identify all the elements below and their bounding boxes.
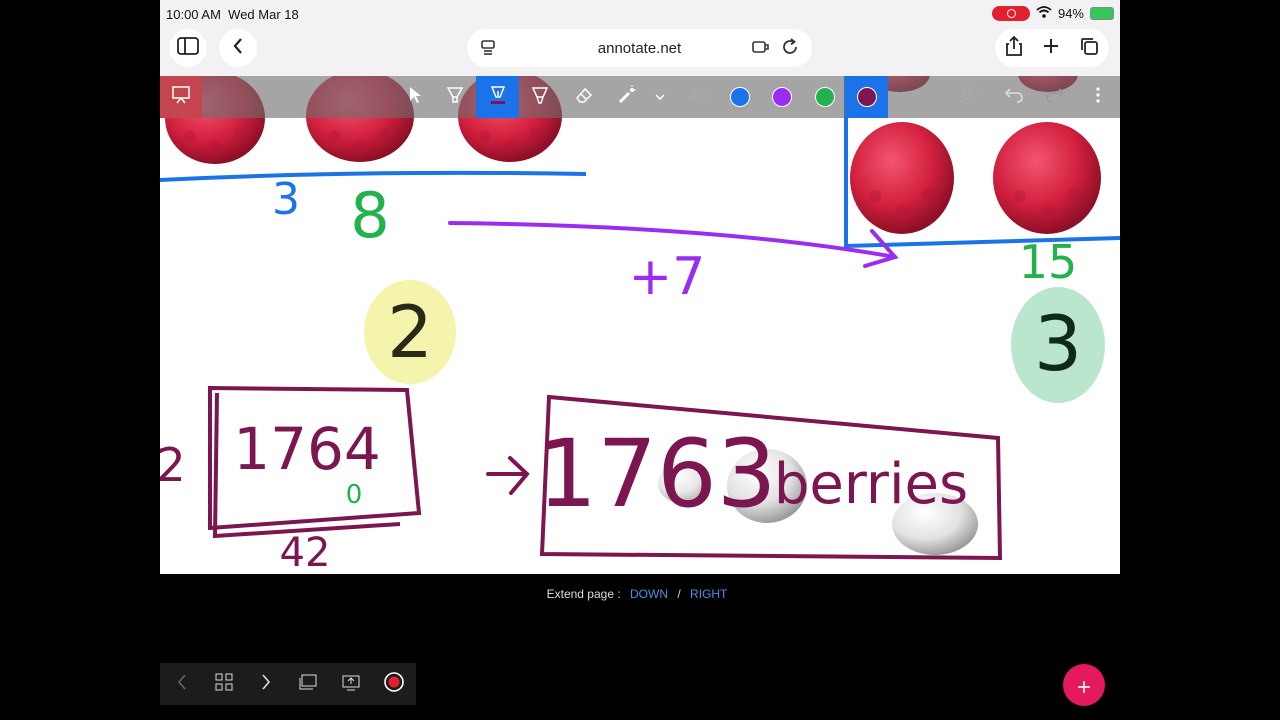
text-tool[interactable] bbox=[686, 84, 710, 110]
add-button[interactable] bbox=[1063, 664, 1105, 706]
purple-arrowhead bbox=[863, 229, 899, 268]
layers-icon bbox=[298, 673, 318, 696]
marker-tool[interactable] bbox=[528, 84, 552, 110]
label-eight: 8 bbox=[350, 178, 390, 252]
status-bar: 10:00 AM Wed Mar 18 94% bbox=[160, 0, 1120, 28]
label-1763: 1763 bbox=[537, 419, 777, 529]
highlighter-icon bbox=[446, 85, 464, 110]
time-text: 10:00 AM bbox=[166, 7, 221, 22]
plus-icon bbox=[1077, 670, 1091, 701]
chevron-left-icon bbox=[232, 37, 244, 60]
collaborator-button[interactable]: ? bbox=[958, 84, 982, 110]
label-fifteen: 15 bbox=[1018, 235, 1078, 289]
presentation-button[interactable] bbox=[160, 76, 202, 118]
laser-tool[interactable] bbox=[615, 84, 639, 110]
annotation-toolbar: ? bbox=[160, 76, 1120, 118]
pen-icon bbox=[488, 83, 508, 112]
grid-icon bbox=[215, 673, 233, 696]
user-question-icon: ? bbox=[959, 85, 981, 110]
share-icon[interactable] bbox=[1005, 35, 1023, 62]
tool-dropdown[interactable] bbox=[652, 84, 668, 110]
select-tool[interactable] bbox=[403, 84, 427, 110]
browser-bar: annotate.net bbox=[160, 28, 1120, 76]
color-swatch bbox=[856, 87, 877, 107]
sidebar-button[interactable] bbox=[169, 29, 207, 67]
prev-page-button[interactable] bbox=[171, 673, 193, 695]
label-three-blue: 3 bbox=[272, 173, 300, 225]
label-circle-three: 3 bbox=[1033, 298, 1083, 388]
label-1764: 1764 bbox=[233, 415, 381, 483]
cursor-arrow-icon bbox=[408, 86, 422, 109]
color-swatch bbox=[815, 87, 835, 107]
eraser-tool[interactable] bbox=[572, 84, 596, 110]
eraser-icon bbox=[574, 86, 594, 109]
undo-icon bbox=[1004, 87, 1024, 108]
label-forty-two: 42 bbox=[279, 530, 331, 574]
status-right: 94% bbox=[991, 6, 1114, 21]
redo-icon bbox=[1045, 87, 1065, 108]
record-button[interactable] bbox=[383, 671, 405, 697]
battery-percent: 94% bbox=[1057, 6, 1084, 21]
share-screen-button[interactable] bbox=[340, 673, 362, 695]
browser-actions bbox=[995, 29, 1109, 67]
sidebar-icon bbox=[177, 36, 199, 60]
status-time: 10:00 AM Wed Mar 18 bbox=[166, 7, 299, 22]
laser-pointer-icon bbox=[617, 84, 637, 110]
label-plus-seven: +7 bbox=[628, 247, 706, 307]
ipad-screen: 10:00 AM Wed Mar 18 94% annotate.net 3 8… bbox=[160, 0, 1120, 720]
page-nav-bar bbox=[160, 663, 416, 705]
color-swatch bbox=[772, 87, 792, 107]
extend-separator: / bbox=[677, 587, 681, 601]
extend-page-bar: Extend page : DOWN / RIGHT bbox=[160, 587, 1120, 601]
highlighter-tool[interactable] bbox=[443, 84, 467, 110]
label-circle-two: 2 bbox=[387, 290, 433, 374]
record-icon bbox=[384, 671, 404, 697]
screen-recording-icon bbox=[991, 6, 1030, 21]
chevron-down-icon bbox=[655, 88, 665, 106]
undo-button[interactable] bbox=[1002, 84, 1026, 110]
text-format-icon bbox=[687, 86, 709, 108]
color-purple[interactable] bbox=[770, 84, 794, 110]
redo-button[interactable] bbox=[1043, 84, 1067, 110]
extend-page-label: Extend page : bbox=[546, 587, 621, 601]
tabs-overview-icon[interactable] bbox=[1079, 36, 1099, 61]
color-maroon-active[interactable] bbox=[845, 76, 888, 118]
color-green[interactable] bbox=[813, 84, 837, 110]
presentation-icon bbox=[171, 85, 191, 110]
wifi-icon bbox=[1036, 6, 1052, 21]
new-tab-icon[interactable] bbox=[1042, 37, 1060, 60]
battery-icon bbox=[1090, 7, 1114, 20]
pen-tool-active[interactable] bbox=[476, 76, 519, 118]
extend-down-link[interactable]: DOWN bbox=[630, 587, 668, 601]
chevron-right-icon bbox=[261, 673, 271, 695]
label-berries: berries bbox=[773, 451, 969, 517]
address-bar[interactable]: annotate.net bbox=[467, 29, 812, 67]
more-vertical-icon bbox=[1096, 86, 1100, 108]
page-grid-button[interactable] bbox=[213, 673, 235, 695]
chevron-left-icon bbox=[177, 673, 187, 695]
back-button[interactable] bbox=[219, 29, 257, 67]
marker-icon bbox=[531, 85, 549, 110]
label-zero: 0 bbox=[345, 480, 363, 510]
color-swatch bbox=[730, 87, 750, 107]
date-text: Wed Mar 18 bbox=[228, 7, 299, 22]
more-options-button[interactable] bbox=[1088, 84, 1108, 110]
color-blue[interactable] bbox=[728, 84, 752, 110]
reload-icon[interactable] bbox=[781, 38, 799, 61]
whiteboard-canvas[interactable]: 3 8 +7 15 2 3 2 1764 0 42 1763 berries ? bbox=[160, 76, 1120, 574]
svg-text:?: ? bbox=[974, 85, 979, 95]
extend-right-link[interactable]: RIGHT bbox=[690, 587, 727, 601]
next-page-button[interactable] bbox=[255, 673, 277, 695]
layers-button[interactable] bbox=[297, 673, 319, 695]
extension-icon[interactable] bbox=[752, 39, 770, 60]
label-two-maroon: 2 bbox=[160, 438, 186, 492]
screen-share-icon bbox=[341, 673, 361, 696]
